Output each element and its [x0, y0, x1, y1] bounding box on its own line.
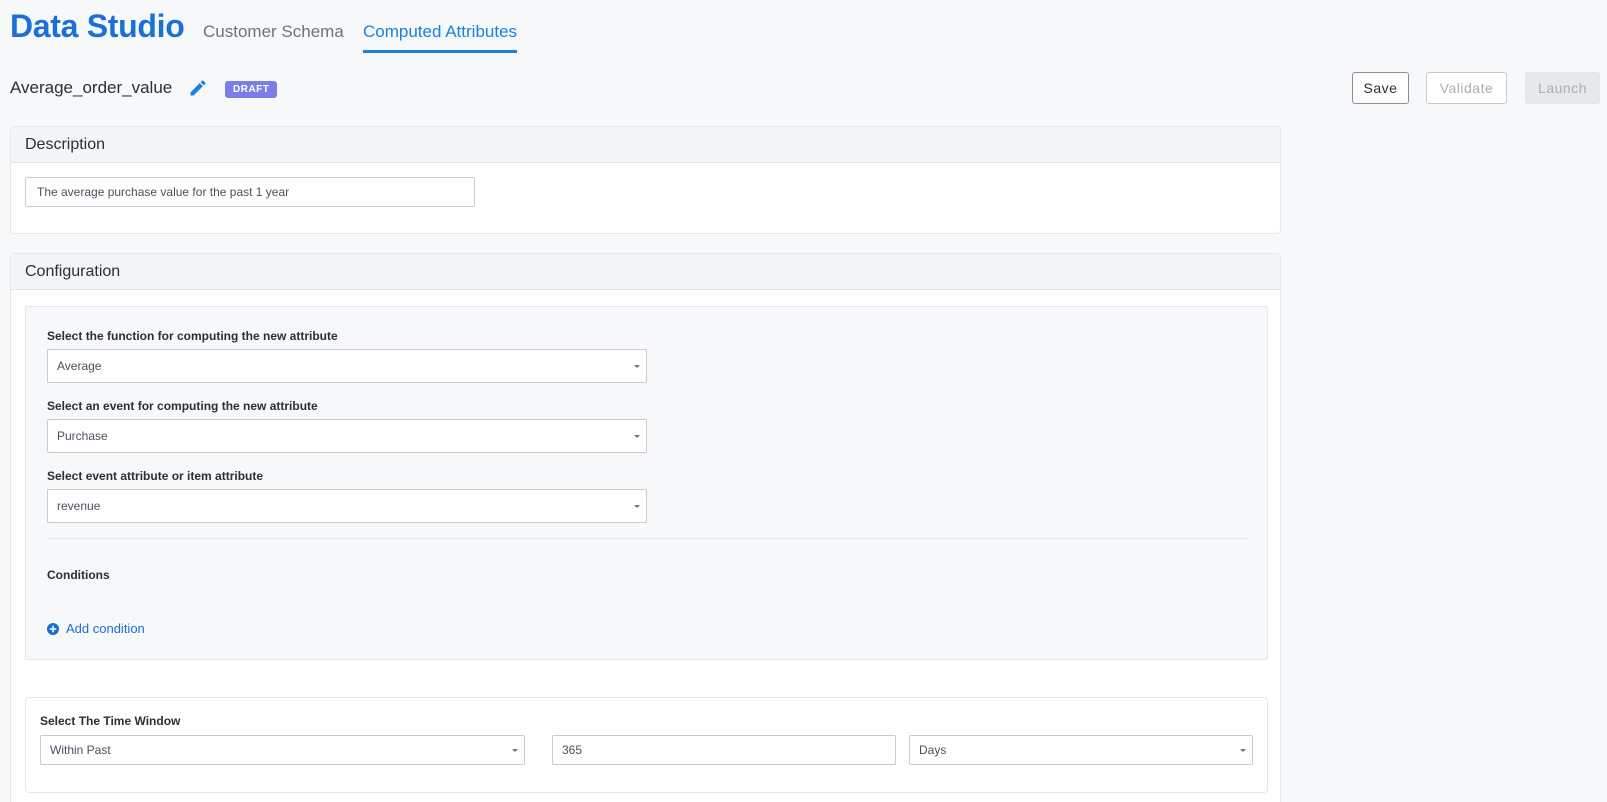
configuration-panel: Select the function for computing the ne…: [25, 306, 1268, 660]
time-unit-select[interactable]: Days: [909, 735, 1253, 765]
pencil-icon[interactable]: [188, 78, 208, 98]
configuration-card: Configuration Select the function for co…: [10, 253, 1281, 802]
description-input[interactable]: [25, 177, 475, 207]
chevron-down-icon: [1240, 749, 1246, 752]
status-badge: DRAFT: [225, 81, 278, 98]
launch-button[interactable]: Launch: [1525, 72, 1600, 104]
attribute-name: Average_order_value: [10, 78, 173, 97]
app-title: Data Studio: [10, 8, 185, 44]
conditions-label: Conditions: [47, 568, 110, 582]
event-select-value: Purchase: [57, 429, 108, 443]
plus-circle-icon: [47, 622, 59, 635]
attribute-label: Select event attribute or item attribute: [47, 469, 264, 483]
description-card: Description: [10, 126, 1281, 234]
divider: [47, 538, 1249, 539]
time-unit-value: Days: [919, 743, 947, 757]
attribute-select-value: revenue: [57, 499, 101, 513]
time-window-panel: Select The Time Window Within Past 365 D…: [25, 697, 1268, 793]
function-select-value: Average: [57, 359, 102, 373]
add-condition-button[interactable]: Add condition: [47, 621, 145, 636]
save-button[interactable]: Save: [1352, 72, 1409, 104]
function-label: Select the function for computing the ne…: [47, 329, 338, 343]
configuration-heading: Configuration: [11, 254, 1280, 290]
event-select[interactable]: Purchase: [47, 419, 647, 453]
validate-button[interactable]: Validate: [1426, 72, 1507, 104]
tab-computed-attributes[interactable]: Computed Attributes: [363, 22, 518, 53]
time-amount-value: 365: [562, 743, 583, 757]
add-condition-label: Add condition: [66, 621, 145, 636]
time-amount-input[interactable]: 365: [552, 735, 896, 765]
tab-customer-schema[interactable]: Customer Schema: [203, 22, 344, 50]
time-range-value: Within Past: [50, 743, 111, 757]
chevron-down-icon: [634, 365, 640, 368]
time-range-select[interactable]: Within Past: [40, 735, 525, 765]
function-select[interactable]: Average: [47, 349, 647, 383]
attribute-select[interactable]: revenue: [47, 489, 647, 523]
event-label: Select an event for computing the new at…: [47, 399, 318, 413]
chevron-down-icon: [634, 505, 640, 508]
chevron-down-icon: [634, 435, 640, 438]
description-heading: Description: [11, 127, 1280, 163]
chevron-down-icon: [512, 749, 518, 752]
time-window-label: Select The Time Window: [40, 714, 181, 728]
